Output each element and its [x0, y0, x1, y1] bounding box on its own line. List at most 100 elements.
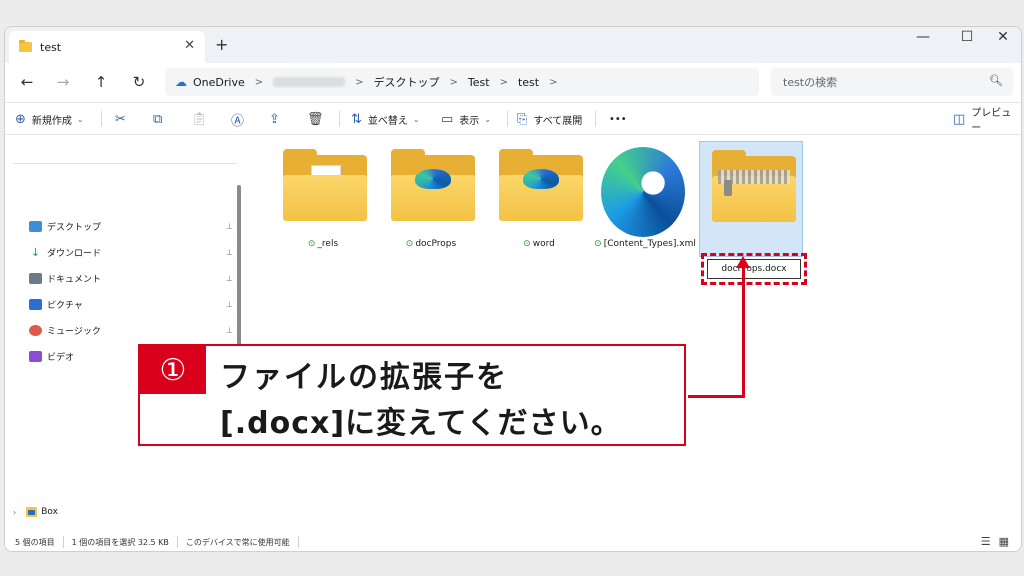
up-button[interactable]: ↑	[89, 73, 113, 93]
view-button[interactable]: ▭ 表示 ⌄	[441, 109, 491, 129]
tab-title: test	[40, 40, 62, 54]
breadcrumb-separator[interactable]: >	[255, 77, 263, 88]
status-divider	[176, 536, 178, 548]
search-input[interactable]: testの検索 🔍︎	[771, 68, 1013, 96]
explorer-window: test ✕ + — ☐ ✕ ← → ↑ ↻ ☁ OneDrive > > デス…	[4, 26, 1022, 552]
picture-icon	[29, 298, 42, 310]
paste-button[interactable]: 📋︎	[191, 109, 214, 129]
breadcrumb-test-sub[interactable]: test	[518, 76, 539, 89]
sort-label: 並べ替え	[367, 115, 408, 127]
video-icon	[29, 350, 42, 362]
pin-icon[interactable]: ⊥	[226, 222, 233, 231]
copy-button[interactable]: ⧉	[153, 109, 168, 129]
arrow-up-icon	[736, 256, 750, 268]
delete-button[interactable]: 🗑︎	[307, 109, 330, 129]
callout-arrow-line	[688, 395, 745, 398]
refresh-button[interactable]: ↻	[127, 73, 151, 93]
sort-button[interactable]: ⇅ 並べ替え ⌄	[351, 109, 420, 129]
status-divider	[297, 536, 299, 548]
view-label: 表示	[459, 115, 480, 127]
navigation-pane: デスクトップ ⊥ ↓ ダウンロード ⊥ ドキュメント ⊥ ピクチャ ⊥ ミュージ…	[5, 135, 247, 531]
breadcrumb-desktop[interactable]: デスクトップ	[374, 74, 440, 90]
sidebar-item-desktop[interactable]: デスクトップ ⊥	[29, 217, 239, 235]
new-tab-button[interactable]: +	[215, 35, 228, 54]
file-label: ⊙ [Content_Types].xml	[594, 239, 696, 249]
breadcrumb-blurred-user[interactable]	[273, 77, 346, 87]
toolbar-divider	[595, 111, 596, 127]
plus-circle-icon: ⊕	[15, 111, 26, 127]
close-window-button[interactable]: ✕	[983, 29, 1021, 45]
command-bar: ⊕ 新規作成 ⌄ ✂ ⧉ 📋︎ Ⓐ ⇪ 🗑︎ ⇅ 並べ替え ⌄ ▭ 表示 ⌄ ⎘…	[5, 103, 1021, 135]
chevron-down-icon: ⌄	[484, 114, 491, 124]
pin-icon[interactable]: ⊥	[226, 300, 233, 309]
tiles-view-icon[interactable]: ▦	[999, 535, 1009, 548]
share-button[interactable]: ⇪	[269, 109, 286, 129]
sync-check-icon: ⊙	[523, 239, 531, 249]
sidebar-item-label: ミュージック	[47, 326, 101, 337]
more-icon: •••	[609, 113, 627, 125]
breadcrumb-separator[interactable]: >	[500, 77, 508, 88]
chevron-right-icon[interactable]: ›	[13, 508, 16, 517]
minimize-button[interactable]: —	[903, 29, 943, 45]
breadcrumb-onedrive[interactable]: OneDrive	[193, 76, 245, 89]
document-icon	[29, 272, 42, 284]
address-field[interactable]: ☁ OneDrive > > デスクトップ > Test > test >	[165, 68, 759, 96]
file-view: ⊙ _rels ⊙ docProps ⊙ word ⊙ [Content_Types].…	[251, 135, 1021, 531]
file-label: ⊙ word	[523, 239, 555, 249]
file-item-rels[interactable]: ⊙ _rels	[271, 141, 375, 257]
callout-arrow-line	[742, 262, 745, 398]
sidebar-item-box[interactable]: › Box	[13, 507, 58, 517]
file-item-content-types[interactable]: ⊙ [Content_Types].xml	[593, 141, 697, 257]
toolbar-divider	[339, 111, 340, 127]
folder-icon	[283, 149, 367, 223]
file-item-docprops[interactable]: ⊙ docProps	[379, 141, 483, 257]
breadcrumb-separator[interactable]: >	[549, 77, 557, 88]
details-view-icon[interactable]: ☰	[981, 535, 991, 548]
folder-icon	[19, 40, 32, 52]
back-button[interactable]: ←	[15, 73, 39, 93]
view-icon: ▭	[441, 111, 454, 127]
sync-check-icon: ⊙	[405, 239, 414, 249]
sync-check-icon: ⊙	[307, 239, 316, 249]
pin-icon[interactable]: ⊥	[226, 274, 233, 283]
file-item-docprops-docx[interactable]	[699, 141, 803, 257]
folder-edge-icon	[391, 149, 475, 223]
title-bar: test ✕ + — ☐ ✕	[5, 27, 1021, 63]
callout-text-line1: ファイルの拡張子を	[220, 360, 508, 395]
more-button[interactable]: •••	[609, 109, 627, 129]
rename-icon: Ⓐ	[231, 113, 245, 129]
paste-icon: 📋︎	[191, 111, 208, 127]
breadcrumb-test[interactable]: Test	[468, 76, 490, 89]
breadcrumb-separator[interactable]: >	[450, 77, 458, 88]
copy-icon: ⧉	[153, 111, 163, 127]
new-label: 新規作成	[31, 115, 72, 127]
expand-all-button[interactable]: ⎘ すべて展開	[517, 109, 582, 129]
sync-check-icon: ⊙	[594, 239, 602, 249]
sidebar-item-documents[interactable]: ドキュメント ⊥	[29, 269, 239, 287]
address-bar-row: ← → ↑ ↻ ☁ OneDrive > > デスクトップ > Test > t…	[5, 63, 1021, 103]
zip-folder-icon	[712, 150, 796, 224]
rename-button[interactable]: Ⓐ	[231, 109, 250, 129]
expand-all-label: すべて展開	[533, 115, 583, 127]
sidebar-item-label: ビデオ	[47, 352, 75, 363]
pin-icon[interactable]: ⊥	[226, 326, 233, 335]
folder-edge-icon	[499, 149, 583, 223]
sidebar-item-downloads[interactable]: ↓ ダウンロード ⊥	[29, 243, 239, 261]
forward-button[interactable]: →	[51, 73, 75, 93]
cut-button[interactable]: ✂	[115, 109, 132, 129]
sidebar-item-music[interactable]: ミュージック ⊥	[29, 321, 239, 339]
breadcrumb-separator[interactable]: >	[355, 77, 363, 88]
sidebar-item-pictures[interactable]: ピクチャ ⊥	[29, 295, 239, 313]
file-item-word[interactable]: ⊙ word	[487, 141, 591, 257]
pin-icon[interactable]: ⊥	[226, 248, 233, 257]
maximize-button[interactable]: ☐	[947, 29, 987, 45]
sidebar-item-label: ダウンロード	[47, 248, 102, 259]
tab-test[interactable]: test ✕	[9, 31, 205, 63]
preview-button[interactable]: ◫ プレビュー	[953, 108, 1021, 134]
item-count: 5 個の項目	[15, 537, 55, 547]
new-button[interactable]: ⊕ 新規作成 ⌄	[15, 109, 84, 129]
toolbar-divider	[101, 111, 102, 127]
desktop-icon	[29, 220, 42, 232]
tab-close-icon[interactable]: ✕	[184, 38, 195, 53]
sidebar-item-label: デスクトップ	[47, 222, 102, 233]
